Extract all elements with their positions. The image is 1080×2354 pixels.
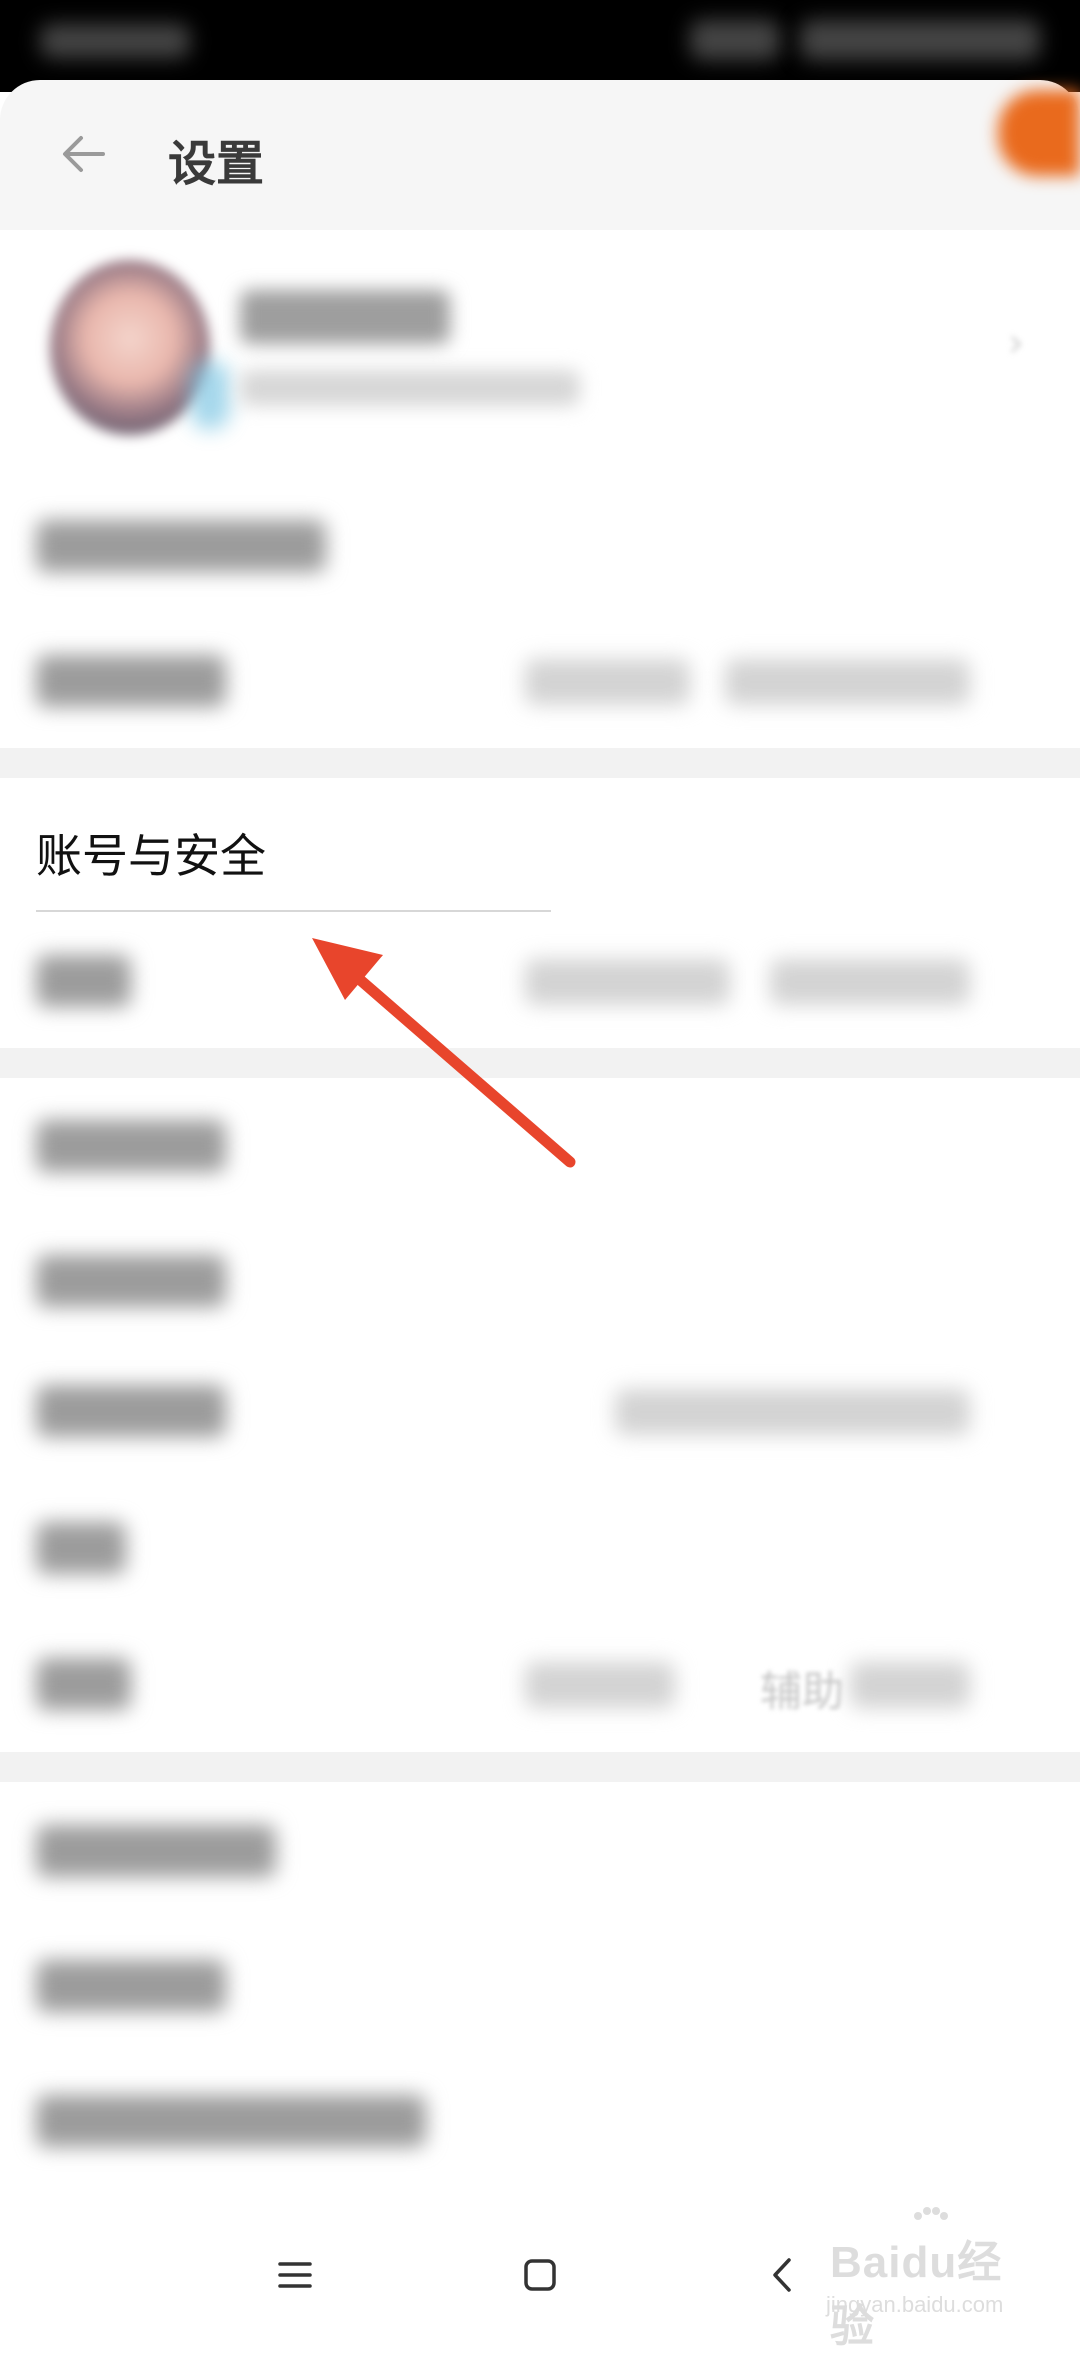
baidu-watermark: Baidu经验 jingyan.baidu.com xyxy=(820,2200,1040,2351)
nav-back-icon[interactable] xyxy=(758,2250,808,2300)
watermark-url: jingyan.baidu.com xyxy=(826,2292,1004,2317)
home-square-icon[interactable] xyxy=(515,2250,565,2300)
watermark-logo-text: Baidu经验 xyxy=(830,2238,1003,2351)
annotation-arrow xyxy=(312,938,576,1168)
menu-icon[interactable] xyxy=(270,2250,320,2300)
